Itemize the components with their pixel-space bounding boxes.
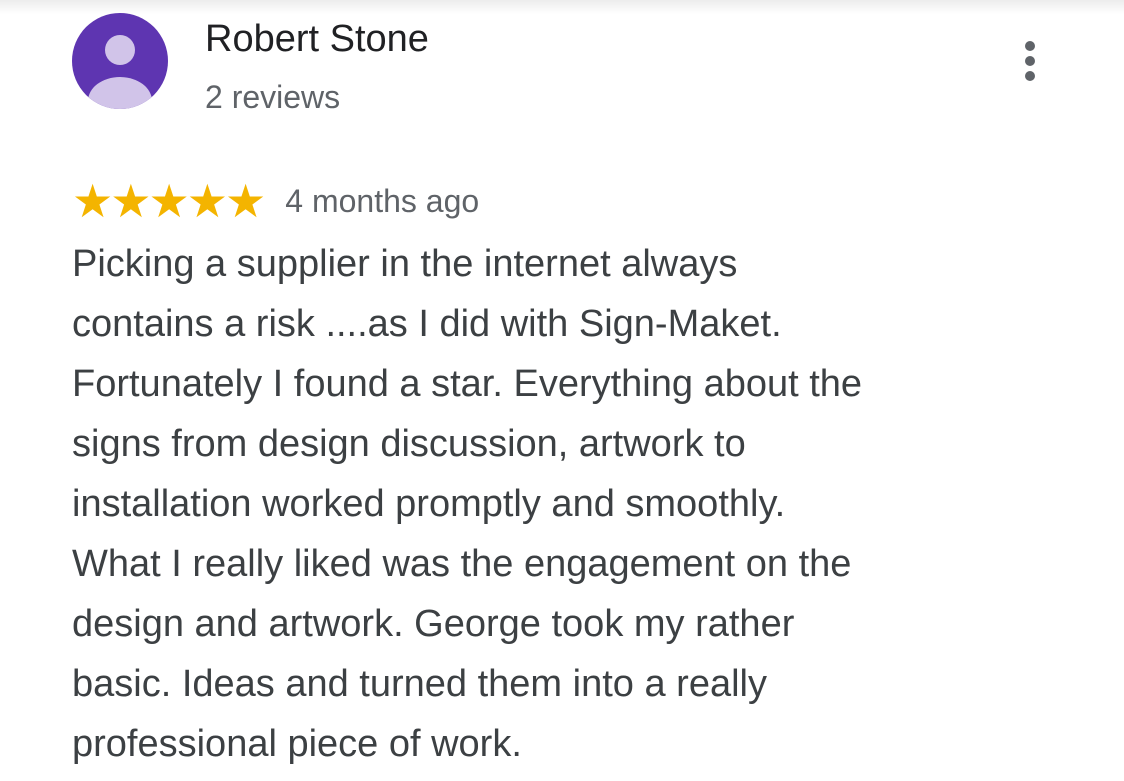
more-vert-icon-dot <box>1025 71 1035 81</box>
reviewer-review-count[interactable]: 2 reviews <box>205 77 340 117</box>
review-text: Picking a supplier in the internet alway… <box>72 234 972 774</box>
review-text-line: What I really liked was the engagement o… <box>72 543 852 585</box>
star-icon: ★ <box>148 175 190 227</box>
star-icon: ★ <box>186 175 228 227</box>
star-icon: ★ <box>225 175 266 227</box>
more-vert-icon-dot <box>1025 56 1035 66</box>
review-text-line: basic. Ideas and turned them into a real… <box>72 663 767 705</box>
rating-row: ★ ★ ★ ★ ★ 4 months ago <box>72 178 479 224</box>
review-text-line: Fortunately I found a star. Everything a… <box>72 363 863 405</box>
review-text-line: Picking a supplier in the internet alway… <box>72 243 738 285</box>
review-text-line: signs from design discussion, artwork to <box>72 423 746 465</box>
review-text-line: design and artwork. George took my rathe… <box>72 603 795 645</box>
reviewer-name[interactable]: Robert Stone <box>205 16 429 62</box>
review-date: 4 months ago <box>285 183 480 219</box>
more-vert-icon <box>1025 41 1035 51</box>
review-text-line: contains a risk ....as I did with Sign-M… <box>72 303 782 345</box>
person-icon-body <box>88 77 152 109</box>
star-icon: ★ <box>72 175 113 227</box>
person-icon-head <box>105 35 135 65</box>
avatar[interactable] <box>72 13 168 109</box>
star-rating: ★ ★ ★ ★ ★ <box>72 175 266 227</box>
review-text-line: professional piece of work. <box>72 723 522 765</box>
star-icon: ★ <box>110 175 151 227</box>
top-shadow <box>0 0 1124 14</box>
review-text-line: installation worked promptly and smoothl… <box>72 483 786 525</box>
more-options-button[interactable] <box>1010 36 1050 86</box>
